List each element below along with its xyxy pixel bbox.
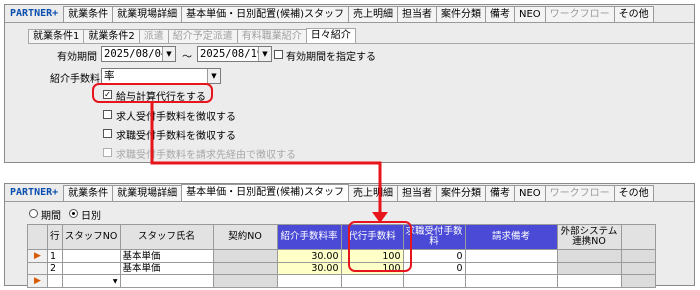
callout-arrow-line	[150, 101, 382, 214]
callout-arrow-head	[372, 212, 388, 223]
callout-arrow	[150, 101, 388, 223]
